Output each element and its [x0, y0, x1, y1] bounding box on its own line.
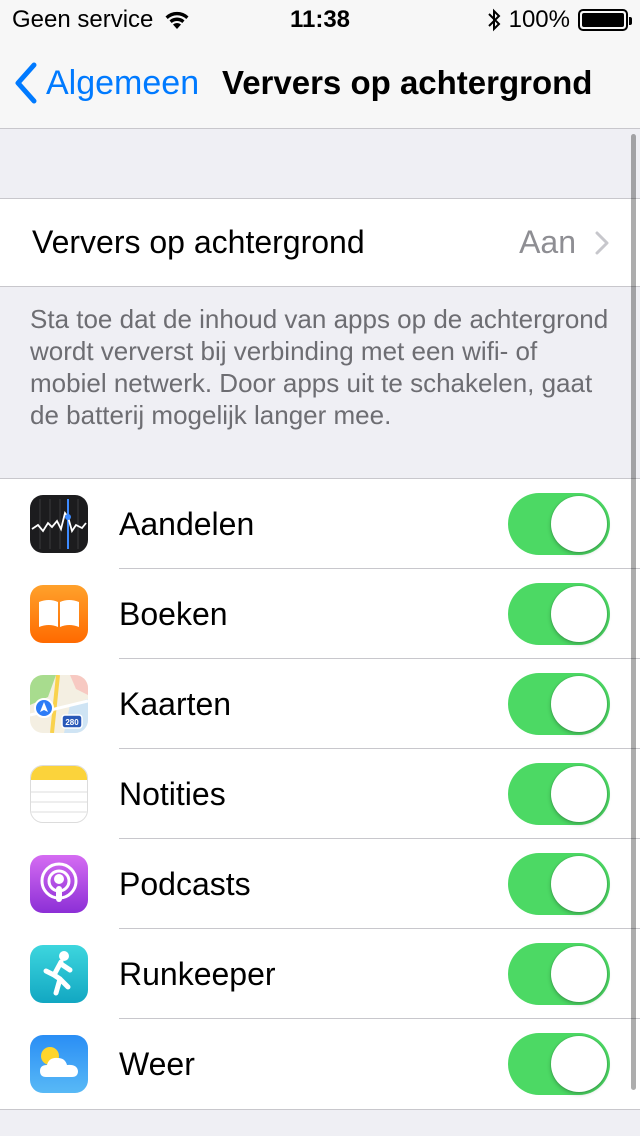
weather-icon [30, 1035, 88, 1093]
books-icon [30, 585, 88, 643]
bluetooth-icon [487, 8, 501, 32]
app-label: Aandelen [119, 505, 255, 542]
toggle-kaarten[interactable] [508, 673, 610, 735]
app-label: Weer [119, 1045, 195, 1082]
back-label: Algemeen [46, 63, 200, 102]
back-button[interactable]: Algemeen [14, 62, 199, 104]
toggle-boeken[interactable] [508, 583, 610, 645]
app-row-weer: Weer [0, 1019, 640, 1109]
background-refresh-value: Aan [519, 224, 576, 260]
settings-content: Ververs op achtergrond Aan Sta toe dat d… [0, 129, 640, 1110]
battery-icon [578, 9, 632, 31]
app-label: Boeken [119, 595, 228, 632]
app-label: Kaarten [119, 685, 232, 722]
notes-icon [30, 765, 88, 823]
stocks-icon [30, 495, 88, 553]
app-row-podcasts: Podcasts [0, 839, 640, 929]
app-row-boeken: Boeken [0, 569, 640, 659]
chevron-right-icon [595, 231, 609, 254]
scrollbar[interactable] [631, 134, 636, 1090]
svg-text:280: 280 [65, 718, 79, 727]
background-refresh-row[interactable]: Ververs op achtergrond Aan [0, 199, 640, 286]
status-right: 100% [487, 6, 632, 34]
background-refresh-label: Ververs op achtergrond [32, 224, 365, 260]
navigation-bar: Algemeen Ververs op achtergrond [0, 40, 640, 129]
toggle-weer[interactable] [508, 1033, 610, 1095]
app-row-runkeeper: Runkeeper [0, 929, 640, 1019]
app-label: Notities [119, 775, 226, 812]
toggle-runkeeper[interactable] [508, 943, 610, 1005]
maps-icon: 280 [30, 675, 88, 733]
app-label: Podcasts [119, 865, 251, 902]
toggle-aandelen[interactable] [508, 493, 610, 555]
toggle-podcasts[interactable] [508, 853, 610, 915]
battery-percent: 100% [508, 6, 570, 33]
status-bar: Geen service 11:38 100% [0, 0, 640, 40]
chevron-left-icon [15, 62, 37, 104]
section-footer: Sta toe dat de inhoud van apps op de ach… [30, 304, 609, 430]
app-row-notities: Notities [0, 749, 640, 839]
app-row-kaarten: 280 Kaarten [0, 659, 640, 749]
app-row-aandelen: Aandelen [0, 479, 640, 569]
page-title: Ververs op achtergrond [222, 64, 593, 101]
runkeeper-icon [30, 945, 88, 1003]
toggle-notities[interactable] [508, 763, 610, 825]
master-group: Ververs op achtergrond Aan [0, 198, 640, 287]
app-label: Runkeeper [119, 955, 276, 992]
podcasts-icon [30, 855, 88, 913]
app-list: Aandelen Boeken 280 Kaarten Notities Pod… [0, 478, 640, 1110]
